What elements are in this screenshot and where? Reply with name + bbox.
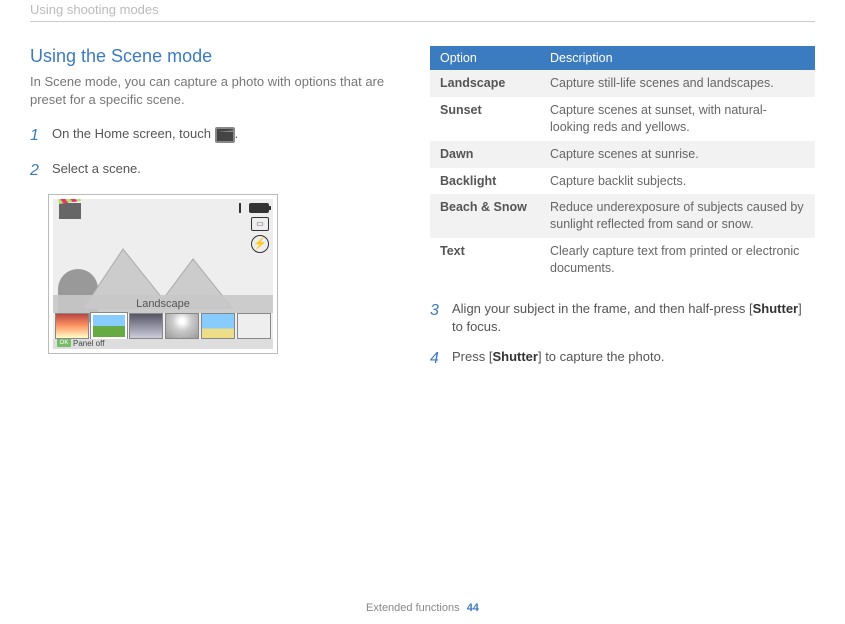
page-footer: Extended functions 44	[0, 602, 845, 614]
camera-screenshot: ▭ ⚡ Landscape OKPanel off	[48, 194, 278, 354]
step-4-suffix: ] to capture the photo.	[538, 349, 664, 364]
scene-thumb-dawn[interactable]	[129, 313, 163, 339]
scene-thumb-beach[interactable]	[201, 313, 235, 339]
step-number: 3	[430, 300, 444, 322]
table-header-description: Description	[540, 46, 815, 70]
mode-icon-corner	[59, 203, 81, 219]
table-row: TextClearly capture text from printed or…	[430, 238, 815, 282]
memory-card-icon: ▭	[251, 217, 269, 231]
scene-thumb-backlight[interactable]	[165, 313, 199, 339]
right-column: Option Description LandscapeCapture stil…	[430, 46, 815, 383]
step-4: 4 Press [Shutter] to capture the photo.	[430, 348, 815, 370]
option-cell: Dawn	[430, 141, 540, 168]
flash-icon: ⚡	[251, 235, 269, 253]
option-cell: Sunset	[430, 97, 540, 141]
table-header-option: Option	[430, 46, 540, 70]
page-breadcrumb: Using shooting modes	[30, 0, 815, 22]
table-row: SunsetCapture scenes at sunset, with nat…	[430, 97, 815, 141]
step-number: 4	[430, 348, 444, 370]
section-title: Using the Scene mode	[30, 46, 390, 67]
table-row: BacklightCapture backlit subjects.	[430, 168, 815, 195]
option-cell: Text	[430, 238, 540, 282]
description-cell: Capture scenes at sunrise.	[540, 141, 815, 168]
description-cell: Capture scenes at sunset, with natural-l…	[540, 97, 815, 141]
step-text: Press [Shutter] to capture the photo.	[452, 348, 664, 366]
clapperboard-icon	[59, 203, 81, 219]
step-1-prefix: On the Home screen, touch	[52, 126, 215, 141]
step-text: Select a scene.	[52, 160, 141, 178]
clapperboard-icon	[215, 127, 235, 143]
ok-badge: OK	[57, 339, 71, 347]
scene-thumb-text[interactable]	[237, 313, 271, 339]
scene-thumb-landscape[interactable]	[91, 313, 127, 339]
step-1-suffix: .	[235, 126, 239, 141]
table-row: Beach & SnowReduce underexposure of subj…	[430, 194, 815, 238]
description-cell: Reduce underexposure of subjects caused …	[540, 194, 815, 238]
footer-section: Extended functions	[366, 602, 460, 614]
option-cell: Beach & Snow	[430, 194, 540, 238]
step-text: On the Home screen, touch .	[52, 125, 238, 143]
scene-label: Landscape	[53, 295, 273, 313]
step-2: 2 Select a scene.	[30, 160, 390, 182]
scene-thumb-sunset[interactable]	[55, 313, 89, 339]
step-text: Align your subject in the frame, and the…	[452, 300, 815, 336]
step-3: 3 Align your subject in the frame, and t…	[430, 300, 815, 336]
table-row: LandscapeCapture still-life scenes and l…	[430, 70, 815, 97]
table-row: DawnCapture scenes at sunrise.	[430, 141, 815, 168]
shutter-label: Shutter	[753, 301, 799, 316]
scene-thumbnail-row	[53, 313, 273, 339]
panel-off-label: Panel off	[73, 339, 104, 348]
option-cell: Landscape	[430, 70, 540, 97]
step-number: 1	[30, 125, 44, 147]
step-number: 2	[30, 160, 44, 182]
intro-text: In Scene mode, you can capture a photo w…	[30, 73, 390, 109]
option-cell: Backlight	[430, 168, 540, 195]
description-cell: Capture backlit subjects.	[540, 168, 815, 195]
footer-page-number: 44	[467, 602, 479, 614]
battery-icon	[249, 203, 269, 213]
step-4-prefix: Press [	[452, 349, 492, 364]
bottom-status-strip: OKPanel off	[53, 339, 273, 349]
shutter-label: Shutter	[492, 349, 538, 364]
step-1: 1 On the Home screen, touch .	[30, 125, 390, 147]
left-column: Using the Scene mode In Scene mode, you …	[30, 46, 390, 383]
options-table: Option Description LandscapeCapture stil…	[430, 46, 815, 282]
description-cell: Clearly capture text from printed or ele…	[540, 238, 815, 282]
step-3-prefix: Align your subject in the frame, and the…	[452, 301, 753, 316]
description-cell: Capture still-life scenes and landscapes…	[540, 70, 815, 97]
signal-bar-icon	[239, 203, 241, 213]
